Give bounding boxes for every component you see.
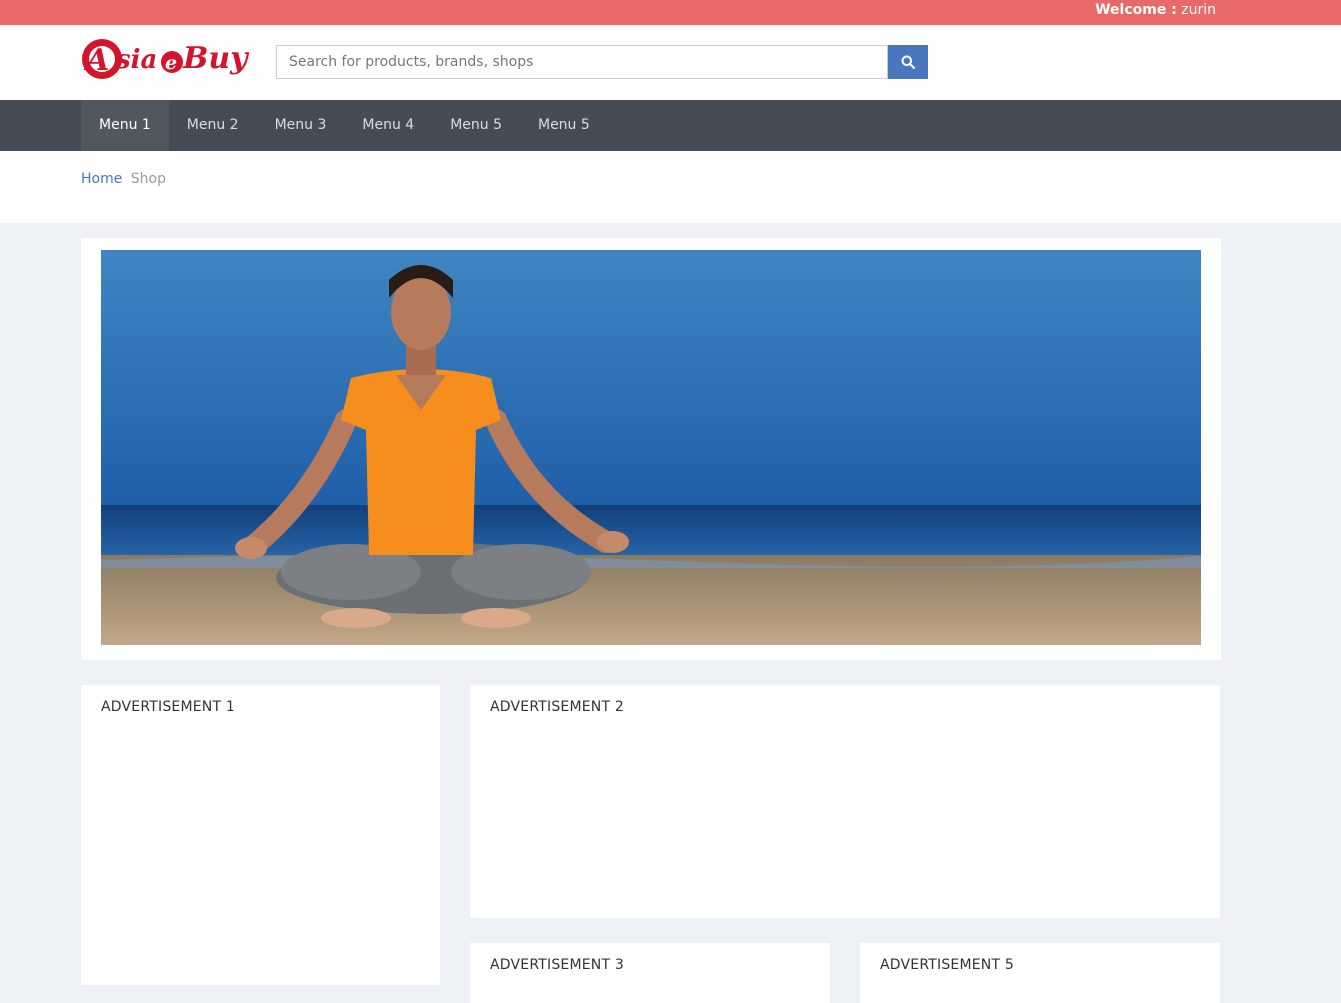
nav-item-menu-2[interactable]: Menu 2: [169, 100, 257, 151]
svg-text:A: A: [83, 43, 109, 78]
nav-item-menu-5[interactable]: Menu 5: [432, 100, 520, 151]
advertisement-2[interactable]: ADVERTISEMENT 2: [470, 685, 1220, 918]
advertisement-1-label: ADVERTISEMENT 1: [101, 699, 235, 715]
banner-illustration: [101, 250, 1201, 645]
site-logo[interactable]: A sia e Buy: [80, 30, 250, 90]
header: A sia e Buy: [0, 25, 1341, 100]
welcome-label: Welcome :: [1095, 2, 1177, 18]
breadcrumb-current: Shop: [130, 171, 167, 187]
svg-text:e: e: [165, 52, 177, 74]
svg-text:Buy: Buy: [182, 41, 250, 76]
username[interactable]: zurin: [1181, 2, 1216, 18]
advertisement-5-label: ADVERTISEMENT 5: [880, 957, 1014, 973]
hero-banner-image[interactable]: [101, 250, 1201, 645]
nav-item-menu-6[interactable]: Menu 5: [520, 100, 608, 151]
breadcrumb-bar: Home Shop: [0, 151, 1341, 223]
nav-list: Menu 1 Menu 2 Menu 3 Menu 4 Menu 5 Menu …: [81, 100, 608, 151]
search-button[interactable]: [888, 45, 928, 79]
nav-item-menu-3[interactable]: Menu 3: [257, 100, 345, 151]
breadcrumb: Home Shop: [81, 171, 166, 187]
svg-text:sia: sia: [115, 45, 157, 75]
advertisement-1[interactable]: ADVERTISEMENT 1: [81, 685, 440, 985]
advertisement-3[interactable]: ADVERTISEMENT 3: [470, 943, 830, 1003]
advertisement-5[interactable]: ADVERTISEMENT 5: [860, 943, 1220, 1003]
top-bar: Welcome : zurin: [0, 0, 1341, 25]
logo-graphic: A sia e Buy: [82, 39, 250, 79]
advertisement-3-label: ADVERTISEMENT 3: [490, 957, 624, 973]
nav-item-menu-4[interactable]: Menu 4: [344, 100, 432, 151]
search-icon: [901, 55, 915, 69]
welcome-message: Welcome : zurin: [1095, 2, 1216, 18]
breadcrumb-home-link[interactable]: Home: [81, 171, 122, 187]
search-input[interactable]: [276, 45, 888, 79]
banner-card: [81, 238, 1221, 660]
nav-item-menu-1[interactable]: Menu 1: [81, 100, 169, 151]
advertisement-2-label: ADVERTISEMENT 2: [490, 699, 624, 715]
main-nav: Menu 1 Menu 2 Menu 3 Menu 4 Menu 5 Menu …: [0, 100, 1341, 151]
